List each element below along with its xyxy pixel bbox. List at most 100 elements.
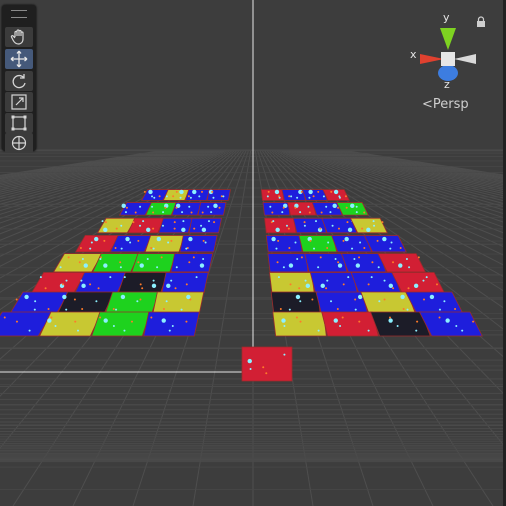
tile-speck [342,239,345,242]
tile-speck [137,239,140,242]
tile-speck [201,211,204,214]
tile-speck [333,189,339,195]
tile-speck [200,224,203,227]
tile-speck [156,266,159,269]
tile-speck [103,227,108,233]
tile-speck [99,258,102,261]
tile-speck [313,247,316,250]
tile-speck [400,294,405,300]
tile-speck [173,221,176,224]
tile-speck [151,205,154,208]
tile-speck [125,206,128,209]
left-tile-4-3 [170,253,214,273]
tile-speck [112,324,115,327]
tile-speck [367,329,370,332]
tile-speck [200,190,203,193]
tile-speck [307,205,310,208]
tile-speck [109,276,112,279]
tile-speck [150,316,153,319]
projection-toggle[interactable]: <Persp [422,97,469,112]
tile-speck [151,195,154,198]
tile-speck [34,300,37,303]
tile-speck [461,329,464,332]
chevron-left-icon: < [422,97,433,112]
tile-speck [327,241,330,244]
left-tile-7-3 [143,311,200,337]
right-tile-4-0 [267,253,309,273]
right-tile-3-1 [298,235,338,253]
gizmo-center-cube[interactable] [441,52,455,66]
tile-speck [3,316,6,319]
tile-speck [202,258,205,261]
tile-speck [271,236,276,242]
left-tile-6-1 [56,291,115,315]
tile-speck [54,324,57,327]
tile-speck [207,220,210,223]
left-tile-4-1 [92,253,140,273]
tile-speck [288,195,291,198]
tile-speck [103,239,106,242]
tile-speck [185,247,188,250]
right-tile-4-1 [304,253,348,273]
tile-speck [78,261,81,264]
tile-speck [381,221,384,224]
tile-speck [139,263,144,268]
hand-tool-button[interactable] [5,27,33,47]
tile-speck [81,308,84,311]
tile-speck [188,236,193,242]
right-tile-3-0 [265,235,303,253]
tile-speck [62,283,65,286]
tile-speck [287,227,290,230]
tile-speck [146,258,149,261]
right-tile-0-0 [260,189,285,201]
scene-viewport[interactable]: y x z <Persp [0,0,506,506]
tile-speck [288,263,294,268]
tile-speck [125,236,130,242]
tile-speck [123,276,126,279]
tile-speck [148,189,153,195]
tile-speck [207,205,210,208]
transform-tool-button[interactable] [5,133,33,153]
x-axis-cone[interactable] [420,54,444,64]
rotate-tool-button[interactable] [5,71,33,91]
tile-speck [158,195,161,198]
tile-speck [338,196,341,199]
tile-speck [190,211,193,214]
rect-icon [11,115,27,131]
tile-speck [353,258,356,261]
rect-tool-button[interactable] [5,113,33,133]
x-axis-label: x [410,48,417,61]
tile-speck [199,263,205,268]
tile-speck [162,211,165,214]
tile-speck [354,298,357,301]
tile-speck [454,308,457,311]
tile-speck [407,287,410,290]
tile-speck [175,266,178,269]
tile-speck [181,211,184,214]
tile-speck [152,247,155,250]
tile-speck [77,329,80,332]
tile-speck [247,358,252,364]
tile-speck [425,276,428,279]
neg-x-axis-cone[interactable] [454,54,476,64]
tile-speck [265,372,268,375]
tile-speck [162,308,165,311]
tile-speck [212,196,215,199]
y-axis-cone[interactable] [440,28,456,50]
tile-speck [296,196,299,199]
tile-speck [185,283,188,286]
palette-grip[interactable] [11,10,27,18]
tile-speck [136,300,139,303]
scale-tool-button[interactable] [5,92,33,112]
tool-palette [2,5,36,153]
move-icon [10,50,28,68]
tile-speck [65,308,68,311]
tile-speck [123,329,126,332]
tile-speck [89,247,92,250]
tile-speck [399,247,402,250]
move-tool-button[interactable] [5,49,33,69]
tile-speck [361,227,364,230]
left-tile-7-2 [91,311,152,337]
lock-icon[interactable] [476,16,486,28]
right-tile-6-0 [270,291,321,315]
